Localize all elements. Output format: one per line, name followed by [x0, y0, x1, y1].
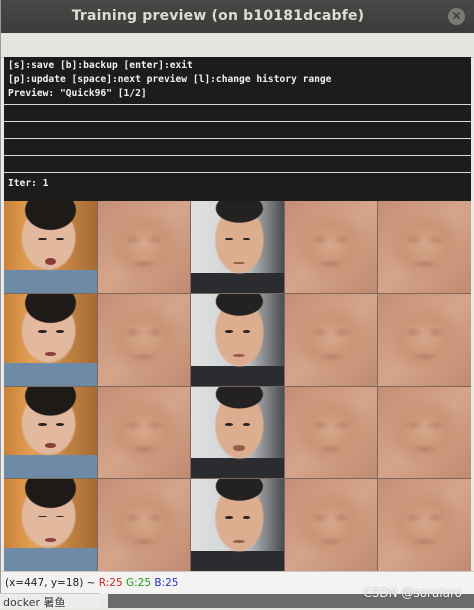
cursor-coordinates: (x=447, y=18) ~ — [5, 577, 96, 589]
training-preview-window: Training preview (on b10181dcabfe) ✕ [s]… — [0, 0, 474, 608]
background-window-tab[interactable]: docker 暑鱼 — [0, 593, 100, 609]
source-prediction-image — [97, 201, 191, 293]
preview-grid[interactable] — [4, 201, 471, 571]
divider — [4, 104, 471, 105]
source-face-image — [4, 386, 97, 479]
help-line-update: [p]:update [space]:next preview [l]:chan… — [8, 74, 332, 85]
destination-prediction-image — [284, 201, 378, 293]
blue-value: B:25 — [154, 577, 179, 589]
destination-face-image — [191, 479, 284, 571]
source-face-image — [4, 201, 97, 293]
divider — [4, 121, 471, 122]
window-title: Training preview (on b10181dcabfe) — [71, 8, 365, 24]
divider — [4, 155, 471, 156]
destination-prediction-image — [284, 479, 378, 571]
source-face-image — [4, 479, 97, 571]
destination-face-image — [191, 201, 284, 293]
destination-prediction-image — [284, 386, 378, 479]
source-prediction-image — [97, 479, 191, 571]
destination-face-image — [191, 293, 284, 386]
pixel-readout: (x=447, y=18) ~ R:25 G:25 B:25 — [5, 577, 179, 589]
close-icon[interactable]: ✕ — [448, 8, 465, 25]
toolbar — [1, 33, 474, 58]
title-bar[interactable]: Training preview (on b10181dcabfe) ✕ — [1, 0, 474, 34]
source-prediction-image — [97, 293, 191, 386]
watermark: CSDN @soralaro — [363, 586, 462, 600]
swap-prediction-image — [378, 479, 471, 571]
preview-name-line: Preview: "Quick96" [1/2] — [8, 88, 147, 99]
swap-prediction-image — [378, 201, 471, 293]
green-value: G:25 — [126, 577, 152, 589]
red-value: R:25 — [98, 577, 123, 589]
destination-face-image — [191, 386, 284, 479]
help-console: [s]:save [b]:backup [enter]:exit [p]:upd… — [4, 57, 471, 201]
source-face-image — [4, 293, 97, 386]
source-prediction-image — [97, 386, 191, 479]
help-line-save: [s]:save [b]:backup [enter]:exit — [8, 60, 193, 71]
swap-prediction-image — [378, 293, 471, 386]
divider — [4, 172, 471, 173]
destination-prediction-image — [284, 293, 378, 386]
divider — [4, 138, 471, 139]
iteration-counter: Iter: 1 — [8, 178, 49, 189]
swap-prediction-image — [378, 386, 471, 479]
